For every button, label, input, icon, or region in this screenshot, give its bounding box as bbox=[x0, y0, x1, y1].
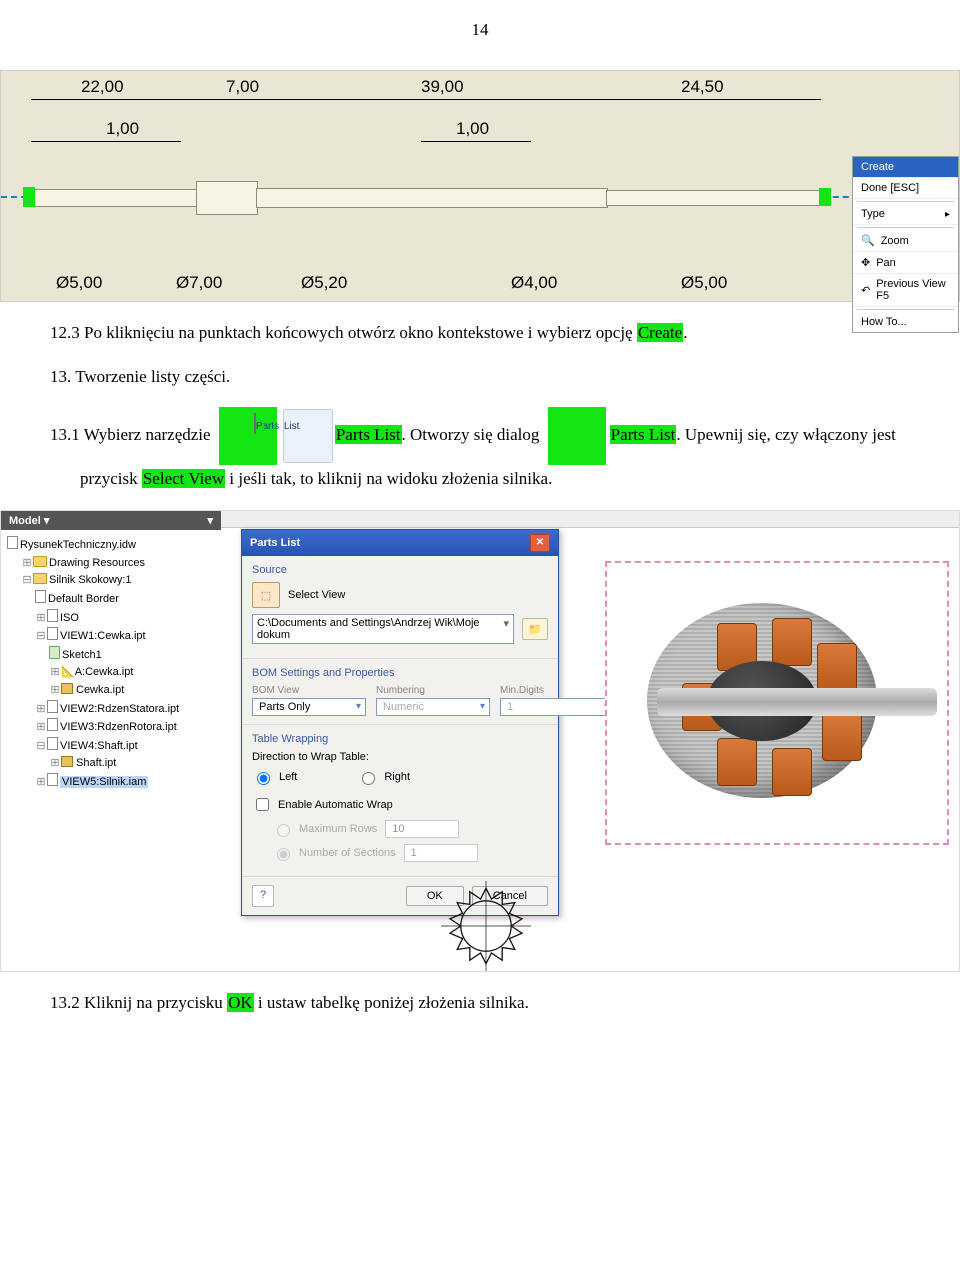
heading-13: 13. Tworzenie listy części. bbox=[50, 364, 910, 390]
shaft bbox=[657, 688, 937, 716]
tree-item[interactable]: ⊞ISO bbox=[7, 609, 215, 628]
coil bbox=[717, 738, 757, 786]
coil bbox=[822, 713, 862, 761]
dim-bot: Ø5,00 bbox=[681, 273, 727, 293]
model-browser: Model ▾ ▾ RysunekTechniczny.idw ⊞Drawing… bbox=[1, 511, 222, 971]
model-browser-header[interactable]: Model ▾ ▾ bbox=[1, 511, 221, 530]
coil bbox=[772, 748, 812, 796]
checkbox-auto-wrap[interactable]: Enable Automatic Wrap bbox=[252, 795, 548, 814]
select-view-button[interactable]: ⬚ bbox=[252, 582, 280, 608]
browse-button[interactable]: 📁 bbox=[522, 618, 548, 640]
menu-create[interactable]: Create bbox=[853, 157, 958, 178]
max-rows-input: 10 bbox=[385, 820, 459, 838]
green-highlight-block bbox=[548, 407, 606, 465]
tree-item[interactable]: ⊞Shaft.ipt bbox=[7, 755, 215, 773]
context-menu: Create Done [ESC] Type▸ 🔍Zoom ✥Pan ↶Prev… bbox=[852, 156, 959, 333]
highlight-ok: OK bbox=[227, 993, 254, 1012]
section-bom: BOM Settings and Properties bbox=[252, 667, 548, 679]
model-tree: RysunekTechniczny.idw ⊞Drawing Resources… bbox=[1, 530, 221, 797]
radio-right[interactable]: Right bbox=[357, 769, 410, 785]
paragraph-12-3: 12.3 Po kliknięciu na punktach końcowych… bbox=[50, 320, 910, 346]
dim-top: 24,50 bbox=[681, 77, 724, 97]
dim-bot: Ø5,00 bbox=[56, 273, 102, 293]
ruler bbox=[221, 511, 959, 528]
mindigits-label: Min.Digits bbox=[500, 685, 614, 696]
inventor-screenshot: Model ▾ ▾ RysunekTechniczny.idw ⊞Drawing… bbox=[0, 510, 960, 972]
mindigits-select: 1 bbox=[500, 698, 614, 716]
close-icon[interactable]: ✕ bbox=[530, 534, 550, 552]
dim-mid: 1,00 bbox=[456, 119, 489, 139]
coil bbox=[817, 643, 857, 691]
tree-item[interactable]: ⊟Silnik Skokowy:1 bbox=[7, 572, 215, 590]
gear-sketch bbox=[441, 881, 531, 971]
dim-bot: Ø7,00 bbox=[176, 273, 222, 293]
dim-top: 7,00 bbox=[226, 77, 259, 97]
previous-icon: ↶ bbox=[861, 284, 870, 297]
select-view-label: Select View bbox=[288, 589, 345, 601]
coil bbox=[772, 618, 812, 666]
bom-view-label: BOM View bbox=[252, 685, 366, 696]
parts-list-dialog: Parts List ✕ Source ⬚ Select View C:\Doc… bbox=[241, 529, 559, 916]
dim-top: 22,00 bbox=[81, 77, 124, 97]
tree-item[interactable]: Default Border bbox=[7, 590, 215, 609]
menu-zoom[interactable]: 🔍Zoom bbox=[853, 230, 958, 252]
highlight-create: Create bbox=[637, 323, 683, 342]
dialog-titlebar[interactable]: Parts List ✕ bbox=[242, 530, 558, 556]
num-sections-input: 1 bbox=[404, 844, 478, 862]
menu-done[interactable]: Done [ESC] bbox=[853, 178, 958, 199]
tree-item[interactable]: ⊞VIEW2:RdzenStatora.ipt bbox=[7, 700, 215, 719]
tree-item[interactable]: ⊞VIEW3:RdzenRotora.ipt bbox=[7, 718, 215, 737]
parts-list-toolbar-icon: Parts List bbox=[283, 409, 333, 463]
highlight-parts-list-2: Parts List bbox=[610, 425, 677, 444]
tree-item[interactable]: ⊞Cewka.ipt bbox=[7, 682, 215, 700]
page-number: 14 bbox=[50, 0, 910, 70]
technical-drawing: 22,00 7,00 39,00 24,50 1,00 1,00 Ø5,00 Ø… bbox=[0, 70, 960, 302]
file-path-input[interactable]: C:\Documents and Settings\Andrzej Wik\Mo… bbox=[252, 614, 514, 644]
tree-item[interactable]: ⊞📐A:Cewka.ipt bbox=[7, 664, 215, 682]
tree-item[interactable]: ⊟VIEW1:Cewka.ipt bbox=[7, 627, 215, 646]
tree-item-selected[interactable]: ⊞VIEW5:Silnik.iam bbox=[7, 773, 215, 792]
chevron-down-icon: ▾ bbox=[207, 514, 213, 527]
menu-howto[interactable]: How To... bbox=[853, 312, 958, 332]
dim-top: 39,00 bbox=[421, 77, 464, 97]
radio-left[interactable]: Left bbox=[252, 769, 297, 785]
chevron-right-icon: ▸ bbox=[945, 209, 950, 220]
paragraph-13-1: 13.1 Wybierz narzędzie Parts List Parts … bbox=[50, 407, 910, 492]
radio-max-rows: Maximum Rows bbox=[272, 821, 377, 837]
section-wrap: Table Wrapping bbox=[252, 733, 548, 745]
tree-item[interactable]: Sketch1 bbox=[7, 646, 215, 665]
drawing-canvas[interactable]: Parts List ✕ Source ⬚ Select View C:\Doc… bbox=[221, 511, 959, 971]
zoom-icon: 🔍 bbox=[861, 234, 875, 247]
menu-previous-view[interactable]: ↶Previous View F5 bbox=[853, 274, 958, 307]
paragraph-13-2: 13.2 Kliknij na przycisku OK i ustaw tab… bbox=[50, 990, 910, 1016]
numbering-select: Numeric bbox=[376, 698, 490, 716]
tree-item[interactable]: ⊞Drawing Resources bbox=[7, 555, 215, 573]
highlight-select-view: Select View bbox=[142, 469, 225, 488]
tree-item[interactable]: RysunekTechniczny.idw bbox=[7, 536, 215, 555]
wrap-direction-label: Direction to Wrap Table: bbox=[252, 751, 548, 763]
bom-view-select[interactable]: Parts Only bbox=[252, 698, 366, 716]
dim-bot: Ø5,20 bbox=[301, 273, 347, 293]
dim-bot: Ø4,00 bbox=[511, 273, 557, 293]
pan-icon: ✥ bbox=[861, 256, 870, 269]
highlight-parts-list: Parts List bbox=[335, 425, 402, 444]
help-button[interactable]: ? bbox=[252, 885, 274, 907]
tree-item[interactable]: ⊟VIEW4:Shaft.ipt bbox=[7, 737, 215, 756]
dim-mid: 1,00 bbox=[106, 119, 139, 139]
numbering-label: Numbering bbox=[376, 685, 490, 696]
radio-num-sections: Number of Sections bbox=[272, 845, 396, 861]
menu-type[interactable]: Type▸ bbox=[853, 204, 958, 225]
section-source: Source bbox=[252, 564, 548, 576]
motor-assembly-view[interactable] bbox=[605, 561, 949, 845]
menu-pan[interactable]: ✥Pan bbox=[853, 252, 958, 274]
